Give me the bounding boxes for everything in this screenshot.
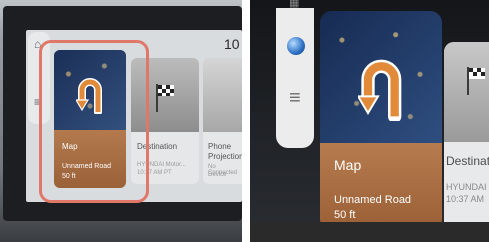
checkered-flag-icon	[467, 67, 485, 95]
phone-card-title-line2: Projection	[208, 152, 242, 161]
map-card-distance: 50 ft	[334, 209, 356, 221]
screen-bezel-bottom	[250, 222, 489, 242]
destination-card-time: 10:37 AM	[446, 194, 485, 204]
phone-thumbnail	[203, 58, 242, 132]
destination-card-place: HYUNDAI	[446, 182, 487, 192]
clock-text: 10	[224, 36, 240, 52]
checkered-flag-icon	[156, 84, 174, 112]
phone-card-title: Phone	[208, 142, 232, 151]
destination-card-title: Destinati	[446, 154, 489, 168]
map-card-zoomed[interactable]: Map Unnamed Road 50 ft	[320, 11, 442, 231]
menu-icon[interactable]: ≡	[289, 88, 301, 108]
map-card-road: Unnamed Road	[334, 194, 412, 206]
destination-card-zoomed[interactable]: Destinati HYUNDAI 10:37 AM	[444, 42, 489, 232]
u-turn-icon	[358, 59, 402, 121]
globe-icon[interactable]	[287, 37, 305, 55]
grid-icon[interactable]: ▦	[289, 0, 299, 9]
phone-projection-card[interactable]: Phone Projection No Connected Device	[203, 58, 242, 184]
side-rail-zoomed	[276, 8, 314, 148]
map-card-title: Map	[334, 157, 362, 173]
phone-card-status-line2: Device	[208, 172, 227, 178]
highlight-outline	[39, 40, 149, 203]
